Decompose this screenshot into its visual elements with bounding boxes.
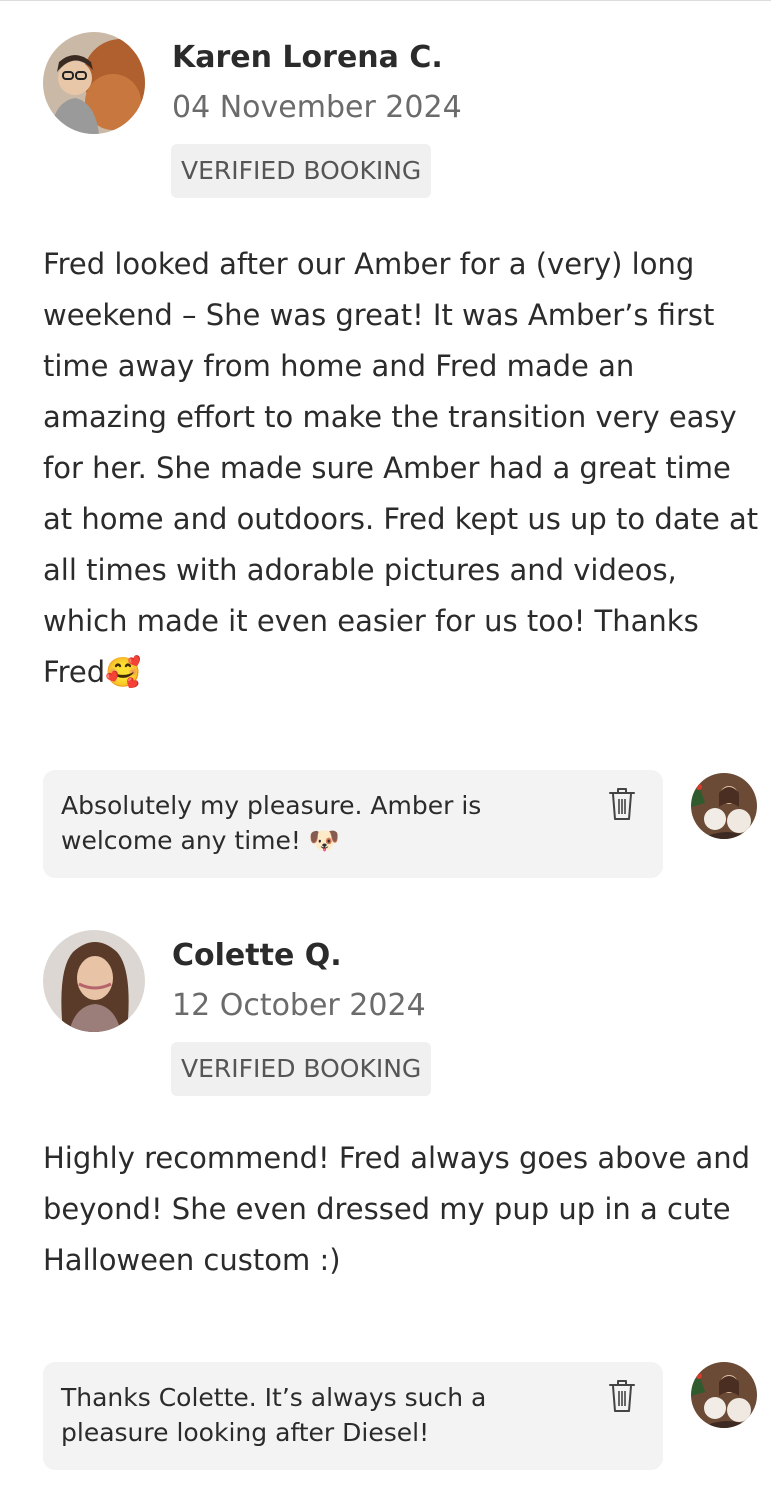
- verified-booking-badge: VERIFIED BOOKING: [171, 144, 432, 198]
- trash-icon[interactable]: [607, 1378, 637, 1414]
- owner-avatar[interactable]: [691, 1362, 757, 1428]
- review-date: 12 October 2024: [172, 988, 426, 1023]
- trash-icon[interactable]: [607, 786, 637, 822]
- reviewer-avatar[interactable]: [43, 930, 145, 1032]
- review-date: 04 November 2024: [172, 90, 462, 125]
- reviewer-name: Colette Q.: [172, 938, 342, 973]
- owner-reply: Thanks Colette. It’s always such a pleas…: [43, 1362, 663, 1470]
- top-divider: [0, 0, 771, 1]
- reviewer-name: Karen Lorena C.: [172, 40, 443, 75]
- reviewer-avatar[interactable]: [43, 32, 145, 134]
- reply-text: Absolutely my pleasure. Amber is welcome…: [61, 791, 482, 855]
- review-text: Highly recommend! Fred always goes above…: [43, 1141, 751, 1277]
- review-text: Fred looked after our Amber for a (very)…: [43, 247, 759, 689]
- owner-avatar[interactable]: [691, 773, 757, 839]
- owner-reply: Absolutely my pleasure. Amber is welcome…: [43, 770, 663, 878]
- reply-text: Thanks Colette. It’s always such a pleas…: [61, 1383, 487, 1447]
- verified-booking-badge: VERIFIED BOOKING: [171, 1042, 432, 1096]
